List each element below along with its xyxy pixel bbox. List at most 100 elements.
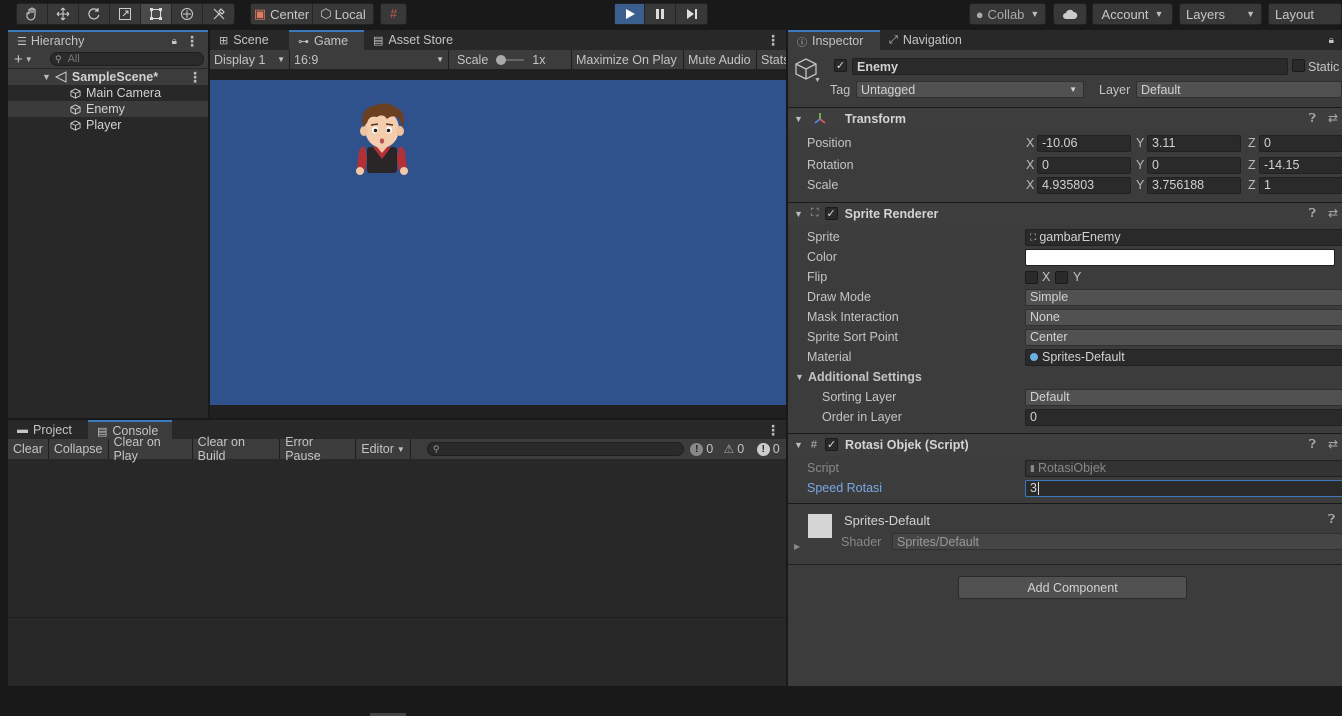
scale-x-field[interactable]: 4.935803 [1037,176,1131,194]
tab-navigation[interactable]: ⤢ Navigation [880,30,979,50]
custom-tool-icon[interactable] [203,4,234,24]
sprite-object-field[interactable]: ⛶ gambarEnemy [1025,228,1342,246]
game-menu-icon[interactable]: ⋮ [766,32,780,49]
position-y-field[interactable]: 3.11 [1147,134,1241,152]
cloud-button[interactable] [1053,3,1087,25]
color-swatch[interactable] [1025,248,1335,266]
add-icon[interactable]: + [14,51,23,68]
preset-settings-icon[interactable]: ⇄ [1328,206,1338,221]
speed-rotasi-input[interactable]: 3 [1025,479,1342,497]
help-icon[interactable]: ❓︎ [1328,512,1335,527]
sorting-layer-dropdown[interactable]: Default [1025,388,1342,406]
move-tool-icon[interactable] [48,4,79,24]
clear-on-build-toggle[interactable]: Clear on Build [192,435,281,463]
editor-dropdown[interactable]: Editor ▼ [356,439,411,459]
play-button[interactable] [615,4,645,24]
expand-arrow-icon[interactable]: ▶ [794,542,800,551]
sprite-renderer-enabled-checkbox[interactable]: ✓ [824,207,838,220]
scale-z-field[interactable]: 1 [1259,176,1342,194]
error-pause-toggle[interactable]: Error Pause [280,435,357,463]
chevron-down-icon[interactable]: ▼ [814,77,821,84]
mask-interaction-dropdown[interactable]: None [1025,308,1342,326]
preset-settings-icon[interactable]: ⇄ [1328,437,1338,452]
rotate-tool-icon[interactable] [79,4,110,24]
position-x-field[interactable]: -10.06 [1037,134,1131,152]
scale-tool-icon[interactable] [110,4,141,24]
hierarchy-menu-icon[interactable]: ⋮ [185,33,199,50]
transform-tool-icon[interactable] [172,4,203,24]
game-viewport[interactable] [210,80,786,405]
mute-audio-toggle[interactable]: Mute Audio [684,50,757,69]
expand-arrow-icon[interactable]: ▼ [794,209,803,219]
account-dropdown[interactable]: Account ▼ [1092,3,1173,25]
collab-dropdown[interactable]: ● Collab ▼ [969,3,1046,25]
clear-on-play-toggle[interactable]: Clear on Play [108,435,193,463]
script-component-header[interactable]: ▼ # ✓ Rotasi Objek (Script) ❓︎ ⇄ [788,433,1342,455]
warning-count-toggle[interactable]: ⚠ 0 [724,442,753,456]
layers-dropdown[interactable]: Layers ▼ [1179,3,1262,25]
expand-arrow-icon[interactable]: ▼ [42,72,51,82]
tag-dropdown[interactable]: Untagged ▼ [856,81,1084,98]
script-enabled-checkbox[interactable]: ✓ [825,438,839,451]
static-checkbox[interactable] [1292,59,1305,72]
help-icon[interactable]: ❓︎ [1309,206,1316,221]
pivot-mode-button[interactable]: ▣ Center [251,4,313,24]
console-search-input[interactable]: ⚲ [426,442,685,456]
help-icon[interactable]: ❓︎ [1309,111,1316,126]
step-button[interactable] [676,4,707,24]
additional-settings-row[interactable]: ▼ Additional Settings [788,367,1342,387]
hierarchy-item-main-camera[interactable]: Main Camera [8,85,208,101]
hand-tool-icon[interactable] [17,4,48,24]
scene-menu-icon[interactable]: ⋮ [188,69,202,86]
draw-mode-dropdown[interactable]: Simple [1025,288,1342,306]
stats-toggle[interactable]: Stats [757,50,786,69]
shader-dropdown[interactable]: Sprites/Default [892,533,1342,550]
maximize-on-play-toggle[interactable]: Maximize On Play [572,50,684,69]
lock-icon[interactable]: 🔒︎ [172,36,177,47]
hierarchy-search-input[interactable]: ⚲ All [50,52,204,66]
tab-game[interactable]: ⊶ Game [289,30,364,50]
expand-arrow-icon[interactable]: ▼ [795,372,804,382]
active-checkbox[interactable]: ✓ [834,59,847,72]
flip-y-checkbox[interactable] [1055,270,1068,284]
collapse-toggle[interactable]: Collapse [48,439,109,459]
scale-slider-thumb[interactable] [496,54,507,65]
tab-project[interactable]: ▬ Project [8,420,88,440]
tab-asset-store[interactable]: ▤ Asset Store [364,30,464,50]
tab-inspector[interactable]: ⓘ Inspector [788,30,880,50]
scale-slider[interactable] [496,54,525,65]
layer-dropdown[interactable]: Default [1136,81,1342,98]
info-count-toggle[interactable]: ! 0 [690,442,719,456]
rotation-x-field[interactable]: 0 [1037,156,1131,174]
help-icon[interactable]: ❓︎ [1309,437,1316,452]
pause-button[interactable] [645,4,676,24]
rect-tool-icon[interactable] [141,4,172,24]
position-z-field[interactable]: 0 [1259,134,1342,152]
expand-arrow-icon[interactable]: ▼ [794,440,803,450]
console-menu-icon[interactable]: ⋮ [766,422,780,439]
tab-scene[interactable]: ⊞ Scene [210,30,289,50]
rotation-y-field[interactable]: 0 [1147,156,1241,174]
hierarchy-item-player[interactable]: Player [8,117,208,133]
object-name-field[interactable]: Enemy [852,58,1288,75]
add-component-button[interactable]: Add Component [958,576,1187,599]
layout-dropdown[interactable]: Layout [1268,3,1342,25]
sprite-renderer-header[interactable]: ▼ ⛶ ✓ Sprite Renderer ❓︎ ⇄ [788,202,1342,224]
expand-arrow-icon[interactable]: ▼ [794,114,803,124]
sprite-sort-point-dropdown[interactable]: Center [1025,328,1342,346]
aspect-dropdown[interactable]: 16:9 ▼ [290,50,449,69]
scale-y-field[interactable]: 3.756188 [1147,176,1241,194]
clear-button[interactable]: Clear [8,439,49,459]
pivot-space-button[interactable]: ⬡ Local [313,4,373,24]
preset-settings-icon[interactable]: ⇄ [1328,111,1338,126]
display-dropdown[interactable]: Display 1 ▼ [210,50,290,69]
material-object-field[interactable]: Sprites-Default [1025,348,1342,366]
flip-x-checkbox[interactable] [1025,270,1038,284]
chevron-down-icon[interactable]: ▼ [25,55,33,64]
error-count-toggle[interactable]: ! 0 [756,442,786,456]
scene-row[interactable]: ▼ SampleScene* ⋮ [8,69,208,85]
lock-icon[interactable]: 🔒︎ [1329,35,1334,46]
tab-hierarchy[interactable]: ☰ Hierarchy 🔒︎ ⋮ [8,30,208,50]
rotation-z-field[interactable]: -14.15 [1259,156,1342,174]
order-in-layer-field[interactable]: 0 [1025,408,1342,426]
